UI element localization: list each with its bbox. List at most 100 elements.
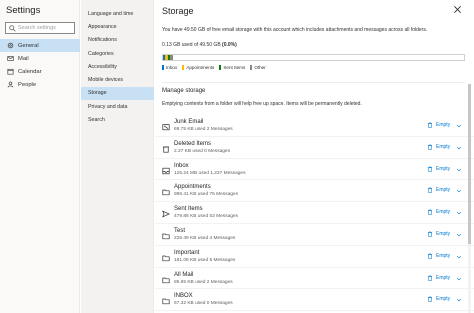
- legend-item-appointments: Appointments: [182, 65, 215, 71]
- subnav-item-accessibility[interactable]: Accessibility: [81, 60, 154, 73]
- trash-icon: [427, 122, 433, 128]
- empty-label: Empty: [436, 252, 451, 259]
- folder-usage: 181.08 KB used 5 Messages: [174, 257, 236, 263]
- empty-inbox-uppercase-button[interactable]: Empty: [427, 296, 450, 302]
- folder-icon: [162, 190, 170, 196]
- empty-label: Empty: [436, 296, 451, 303]
- nav-item-label: People: [18, 81, 37, 88]
- folder-name: INBOX: [174, 293, 193, 300]
- scrollbar-thumb[interactable]: [468, 84, 471, 244]
- folder-usage: 2.27 KB used 0 Messages: [174, 148, 230, 154]
- empty-label: Empty: [436, 122, 451, 128]
- subnav-item-appearance[interactable]: Appearance: [81, 20, 154, 33]
- empty-appointments-button[interactable]: Empty: [427, 187, 450, 193]
- folder-row-inbox: Inbox 125.24 MB used 1,237 Messages Empt…: [155, 159, 474, 181]
- trash-icon: [427, 187, 433, 194]
- trash-icon: [427, 253, 433, 259]
- nav-item-calendar[interactable]: Calendar: [0, 65, 80, 78]
- general-subnav-list: Language and time Appearance Notificatio…: [81, 7, 154, 127]
- legend-item-inbox: Inbox: [162, 65, 178, 71]
- legend-item-sent-items: Sent Items: [219, 65, 245, 71]
- empty-inbox-button[interactable]: Empty: [427, 166, 450, 172]
- nav-item-people[interactable]: People: [0, 78, 80, 91]
- empty-all-mail-button[interactable]: Empty: [427, 275, 450, 281]
- folder-usage: 479.88 KB used 53 Messages: [174, 214, 239, 220]
- folder-usage: 85.65 KB used 2 Messages: [174, 279, 233, 285]
- manage-storage-heading: Manage storage: [162, 88, 206, 94]
- usage-segment-other: [170, 55, 173, 60]
- subnav-item-notifications[interactable]: Notifications: [81, 34, 154, 47]
- folder-name: Inbox: [174, 162, 189, 169]
- people-icon: [7, 81, 14, 88]
- search-settings-input[interactable]: [18, 25, 73, 31]
- chevron-down-icon[interactable]: [456, 167, 462, 173]
- folder-usage: 125.24 MB used 1,237 Messages: [174, 170, 246, 176]
- legend-label: Appointments: [186, 65, 215, 70]
- legend-swatch: [162, 65, 164, 71]
- content-scrollbar[interactable]: [468, 84, 471, 313]
- settings-category-list: General Mail Calendar People: [0, 39, 80, 91]
- chevron-down-icon[interactable]: [456, 188, 462, 194]
- folder-name: Appointments: [174, 184, 211, 191]
- subnav-item-mobile-devices[interactable]: Mobile devices: [81, 73, 154, 86]
- folder-row-test: Test 226.49 KB used 4 Messages Empty: [155, 224, 474, 246]
- chevron-down-icon[interactable]: [456, 254, 462, 260]
- nav-item-general[interactable]: General: [0, 39, 80, 52]
- chevron-down-icon[interactable]: [456, 297, 462, 303]
- folder-row-deleted-items: Deleted Items 2.27 KB used 0 Messages Em…: [155, 137, 474, 159]
- folder-name: Important: [174, 249, 200, 256]
- empty-label: Empty: [436, 209, 451, 216]
- subnav-item-privacy-and-data[interactable]: Privacy and data: [81, 100, 154, 113]
- empty-important-button[interactable]: Empty: [427, 253, 450, 259]
- folder-row-sent-items: Sent Items 479.88 KB used 53 Messages Em…: [155, 202, 474, 224]
- trash-icon: [162, 146, 170, 153]
- legend-label: Inbox: [166, 65, 178, 70]
- chevron-down-icon[interactable]: [456, 145, 462, 151]
- folder-usage: 69.75 KB used 2 Messages: [174, 127, 233, 132]
- folder-row-junk-email: Junk Email 69.75 KB used 2 Messages Empt…: [155, 115, 474, 137]
- chevron-down-icon[interactable]: [456, 210, 462, 216]
- empty-junk-email-button[interactable]: Empty: [427, 122, 450, 128]
- empty-deleted-items-button[interactable]: Empty: [427, 144, 450, 150]
- folder-storage-list: Junk Email 69.75 KB used 2 Messages Empt…: [155, 115, 474, 312]
- calendar-icon: [7, 68, 14, 75]
- folder-usage: 995.41 KB used 75 Messages: [174, 192, 239, 198]
- subnav-item-categories[interactable]: Categories: [81, 47, 154, 60]
- junk-icon: [162, 124, 170, 131]
- storage-legend: Inbox Appointments Sent Items Other: [162, 65, 266, 71]
- nav-item-label: General: [18, 42, 39, 49]
- subnav-item-language-and-time[interactable]: Language and time: [81, 7, 154, 20]
- folder-row-appointments: Appointments 995.41 KB used 75 Messages …: [155, 180, 474, 203]
- empty-sent-items-button[interactable]: Empty: [427, 209, 450, 215]
- storage-description: You have 49.50 GB of free email storage …: [162, 27, 428, 33]
- chevron-down-icon[interactable]: [456, 232, 462, 238]
- legend-swatch: [250, 65, 253, 71]
- folder-name: Deleted Items: [174, 140, 212, 147]
- search-icon: [9, 24, 16, 32]
- folder-icon: [162, 277, 170, 283]
- general-subnav-pane: Language and time Appearance Notificatio…: [81, 0, 154, 313]
- legend-item-other: Other: [250, 65, 266, 71]
- settings-title: Settings: [6, 5, 41, 16]
- trash-icon: [427, 274, 433, 281]
- folder-row-all-mail: All Mail 85.65 KB used 2 Messages Empty: [155, 268, 474, 290]
- empty-label: Empty: [436, 230, 451, 237]
- subnav-item-search[interactable]: Search: [81, 113, 154, 126]
- empty-test-button[interactable]: Empty: [427, 231, 450, 237]
- chevron-down-icon[interactable]: [456, 123, 462, 129]
- trash-icon: [427, 231, 433, 237]
- manage-storage-description: Emptying contents from a folder will hel…: [162, 101, 362, 107]
- storage-content-pane: Storage You have 49.50 GB of free email …: [155, 0, 474, 313]
- search-settings-box[interactable]: [5, 22, 75, 34]
- subnav-item-storage[interactable]: Storage: [81, 86, 154, 101]
- close-icon[interactable]: [453, 5, 462, 14]
- empty-label: Empty: [436, 143, 451, 150]
- inbox-icon: [162, 167, 170, 174]
- chevron-down-icon[interactable]: [456, 276, 462, 282]
- folder-icon: [162, 255, 170, 261]
- usage-percent: (0.0%): [222, 42, 237, 48]
- section-divider: [162, 82, 465, 83]
- nav-item-mail[interactable]: Mail: [0, 52, 80, 65]
- mail-icon: [7, 56, 14, 61]
- empty-label: Empty: [436, 274, 451, 281]
